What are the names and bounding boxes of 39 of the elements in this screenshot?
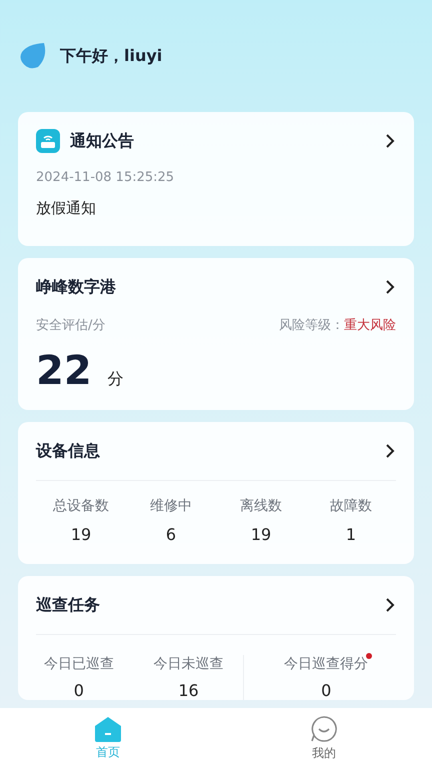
card-title: 峥峰数字港 xyxy=(36,276,117,298)
stat-value: 1 xyxy=(346,525,356,544)
score-unit: 分 xyxy=(108,369,124,390)
notice-content: 放假通知 xyxy=(36,199,97,218)
notice-card[interactable]: 通知公告 2024-11-08 15:25:25 放假通知 xyxy=(18,112,414,246)
stat-label: 今日未巡查 xyxy=(154,655,224,673)
stat-value: 0 xyxy=(321,681,332,700)
card-title: 巡查任务 xyxy=(36,594,101,616)
stat-value: 19 xyxy=(70,525,92,544)
patrol-card[interactable]: 巡查任务 今日已巡查 0 今日未巡查 16 今日巡查得分 0 xyxy=(18,576,414,700)
device-card[interactable]: 设备信息 总设备数 19 维修中 6 离线数 19 故障数 1 xyxy=(18,422,414,564)
chat-smile-icon xyxy=(310,714,338,742)
risk-value: 重大风险 xyxy=(344,317,396,334)
chevron-right-icon[interactable] xyxy=(384,280,396,294)
stat-label: 故障数 xyxy=(330,497,372,515)
stat-value: 16 xyxy=(178,681,199,700)
nav-tab[interactable]: 我的 xyxy=(216,708,432,768)
stat-label: 今日巡查得分 xyxy=(284,655,368,673)
greeting-text: 下午好，liuyi xyxy=(60,46,162,66)
score-label: 安全评估/分 xyxy=(36,317,106,334)
chevron-right-icon[interactable] xyxy=(384,444,396,458)
risk-label: 风险等级： xyxy=(279,317,344,334)
score-value: 22 xyxy=(36,348,92,394)
leaf-logo-icon xyxy=(18,42,48,70)
stat-label: 维修中 xyxy=(150,497,192,515)
port-card[interactable]: 峥峰数字港 安全评估/分 风险等级：重大风险 22 分 xyxy=(18,258,414,410)
chevron-right-icon[interactable] xyxy=(384,134,396,148)
router-icon xyxy=(36,129,60,153)
home-icon xyxy=(94,716,122,742)
chevron-right-icon[interactable] xyxy=(384,598,396,612)
stat-label: 今日已巡查 xyxy=(44,655,114,673)
card-title: 通知公告 xyxy=(70,130,135,152)
stat-label: 离线数 xyxy=(240,497,282,515)
stat-label: 总设备数 xyxy=(53,497,109,515)
stat-value: 19 xyxy=(250,525,272,544)
stat-value: 0 xyxy=(74,681,84,700)
notice-time: 2024-11-08 15:25:25 xyxy=(36,170,176,185)
card-title: 设备信息 xyxy=(36,440,101,462)
stat-value: 6 xyxy=(166,525,176,544)
